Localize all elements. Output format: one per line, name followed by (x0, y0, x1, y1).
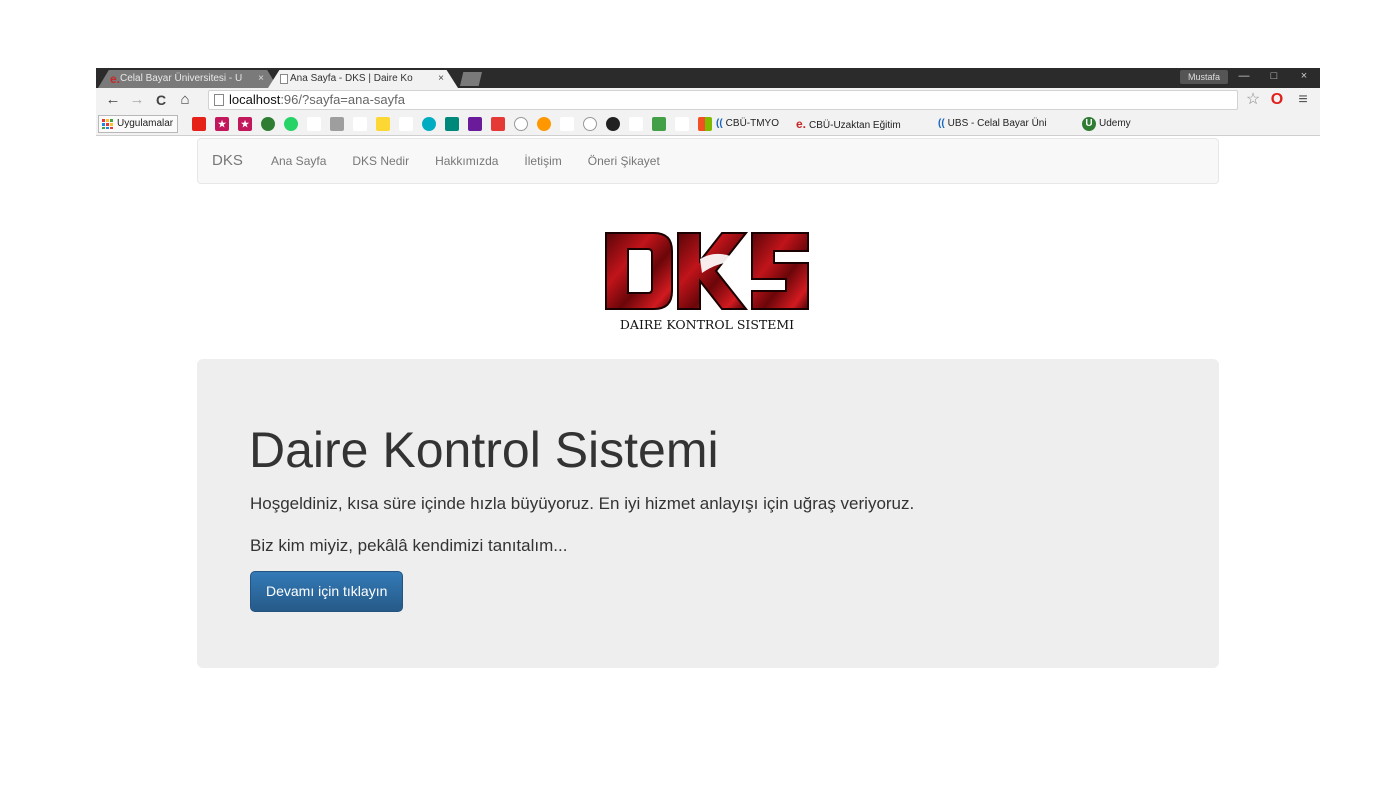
bookmark-cbu-uzaktan[interactable]: e. CBÜ-Uzaktan Eğitim (796, 116, 901, 134)
apps-bookmark[interactable]: Uygulamalar (98, 115, 179, 133)
close-icon[interactable]: × (438, 70, 444, 88)
nav-item-hakkimizda[interactable]: Hakkımızda (422, 139, 511, 183)
bookmark-icons: ★ ★ (192, 117, 712, 131)
close-icon[interactable]: × (258, 70, 264, 88)
bookmark-dark-icon[interactable] (606, 117, 620, 131)
maximize-icon[interactable]: □ (1260, 68, 1288, 86)
back-icon[interactable]: ← (104, 90, 122, 110)
bookmark-multicolor-icon[interactable] (491, 117, 505, 131)
bookmark-clock-icon[interactable] (583, 117, 597, 131)
bookmark-colorwheel-icon[interactable] (537, 117, 551, 131)
bookmarks-bar: Uygulamalar ★ ★ ((CBÜ-TMYO e. CBÜ-Uzakt… (96, 112, 1320, 136)
navbar-brand[interactable]: DKS (212, 139, 243, 183)
bookmark-phi-icon[interactable] (399, 117, 413, 131)
opera-icon[interactable]: O (1266, 89, 1288, 111)
nav-menu: Ana Sayfa DKS Nedir Hakkımızda İletişim … (258, 139, 673, 183)
star-icon[interactable]: ☆ (1242, 89, 1264, 111)
jumbotron: Daire Kontrol Sistemi Hoşgeldiniz, kısa … (197, 359, 1219, 668)
window-close-icon[interactable]: × (1290, 68, 1318, 86)
bookmark-label: CBÜ-TMYO (725, 118, 780, 129)
bookmark-green-bar-icon[interactable] (652, 117, 666, 131)
nav-item-oneri-sikayet[interactable]: Öneri Şikayet (575, 139, 673, 183)
bookmark-teal-icon[interactable] (445, 117, 459, 131)
intro-text: Biz kim miyiz, pekâlâ kendimizi tanıtalı… (250, 536, 568, 555)
tab-strip: e. Celal Bayar Üniversitesi - U × Ana Sa… (96, 68, 1320, 88)
bookmark-red-icon[interactable] (307, 117, 321, 131)
cbu-icon: (( (716, 118, 723, 129)
bookmark-globe-icon[interactable] (675, 117, 689, 131)
forward-icon[interactable]: → (128, 90, 146, 110)
logo-caption: DAIRE KONTROL SISTEMI (619, 317, 795, 332)
menu-icon[interactable]: ≡ (1292, 89, 1314, 111)
star-bookmark-icon[interactable]: ★ (238, 117, 252, 131)
minimize-icon[interactable]: — (1230, 68, 1258, 86)
windows-icon[interactable] (698, 117, 712, 131)
nav-item-ana-sayfa[interactable]: Ana Sayfa (258, 139, 339, 183)
home-icon[interactable]: ⌂ (176, 90, 194, 110)
star-bookmark-icon[interactable]: ★ (215, 117, 229, 131)
bookmark-purple-icon[interactable] (468, 117, 482, 131)
continue-button[interactable]: Devamı için tıklayın (250, 571, 404, 612)
profile-button[interactable]: Mustafa (1179, 70, 1228, 84)
site-navbar: DKS Ana Sayfa DKS Nedir Hakkımızda İleti… (197, 138, 1219, 184)
new-tab-button[interactable] (460, 72, 482, 86)
bookmark-label: UBS - Celal Bayar Üni (947, 118, 1047, 129)
reload-icon[interactable]: C (152, 90, 170, 110)
address-bar[interactable]: localhost:96/?sayfa=ana-sayfa (208, 90, 1238, 110)
bookmark-cyan-icon[interactable] (422, 117, 436, 131)
nav-item-iletisim[interactable]: İletişim (511, 139, 574, 183)
bookmark-ubs[interactable]: ((UBS - Celal Bayar Üni (938, 116, 1047, 132)
nav-item-dks-nedir[interactable]: DKS Nedir (339, 139, 422, 183)
url-host: localhost (229, 92, 281, 107)
apps-label: Uygulamalar (117, 118, 174, 129)
browser-window: e. Celal Bayar Üniversitesi - U × Ana Sa… (96, 68, 1320, 136)
tab-label: Celal Bayar Üniversitesi - U (120, 73, 243, 84)
bookmark-udemy[interactable]: U Udemy (1082, 116, 1131, 132)
dks-logo: DAIRE KONTROL SISTEMI (602, 229, 812, 343)
tab-cbu[interactable]: e. Celal Bayar Üniversitesi - U × (98, 70, 278, 88)
browser-toolbar: ← → C ⌂ localhost:96/?sayfa=ana-sayfa ☆ … (96, 88, 1320, 112)
tab-favicon-e: e. (110, 72, 121, 86)
apps-icon (102, 119, 113, 129)
bookmark-ball-icon[interactable] (514, 117, 528, 131)
bookmark-cbu-tmyo[interactable]: ((CBÜ-TMYO (716, 116, 779, 132)
bookmark-yellow-icon[interactable] (376, 117, 390, 131)
whatsapp-icon[interactable] (284, 117, 298, 131)
bookmark-arrows-icon[interactable] (353, 117, 367, 131)
bookmark-label: Udemy (1099, 118, 1131, 129)
page-title: Daire Kontrol Sistemi (249, 422, 719, 478)
youtube-icon[interactable] (192, 117, 206, 131)
welcome-text: Hoşgeldiniz, kısa süre içinde hızla büyü… (250, 494, 915, 513)
e-icon: e. (796, 117, 807, 131)
tab-label: Ana Sayfa - DKS | Daire Ko (290, 73, 413, 84)
bookmark-label: CBÜ-Uzaktan Eğitim (809, 120, 901, 131)
bookmark-x-icon[interactable] (560, 117, 574, 131)
udemy-icon: U (1082, 117, 1096, 131)
bookmark-gray-icon[interactable] (330, 117, 344, 131)
bookmark-ht-icon[interactable] (629, 117, 643, 131)
url-path: :96/?sayfa=ana-sayfa (280, 92, 405, 107)
bookmark-green-icon[interactable] (261, 117, 275, 131)
page-icon (214, 94, 224, 106)
cbu-icon: (( (938, 118, 945, 129)
tab-dks[interactable]: Ana Sayfa - DKS | Daire Ko × (268, 70, 458, 88)
document-icon (280, 74, 288, 84)
dks-logo-graphic (605, 232, 809, 310)
